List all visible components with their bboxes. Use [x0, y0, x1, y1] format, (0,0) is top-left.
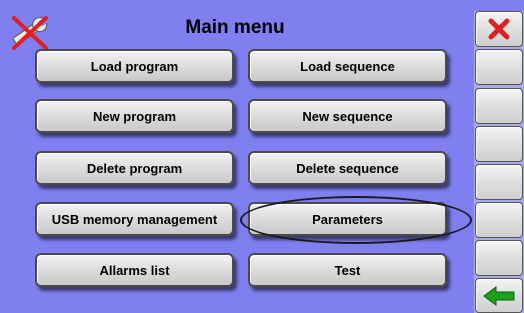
header-bar: Main menu — [0, 12, 470, 50]
sidebar-button-5[interactable] — [475, 202, 523, 238]
close-button[interactable] — [475, 11, 523, 47]
back-button[interactable] — [475, 278, 523, 313]
sidebar-button-3[interactable] — [475, 126, 523, 162]
new-sequence-button[interactable]: New sequence — [248, 99, 447, 133]
load-program-button[interactable]: Load program — [35, 49, 234, 83]
parameters-button[interactable]: Parameters — [248, 202, 447, 236]
sidebar-button-1[interactable] — [475, 49, 523, 85]
allarms-list-button[interactable]: Allarms list — [35, 253, 234, 287]
sidebar-button-6[interactable] — [475, 240, 523, 276]
sidebar-button-4[interactable] — [475, 164, 523, 200]
usb-memory-management-button[interactable]: USB memory management — [35, 202, 234, 236]
back-arrow-icon — [483, 285, 515, 306]
close-icon — [488, 18, 510, 40]
test-button[interactable]: Test — [248, 253, 447, 287]
load-sequence-button[interactable]: Load sequence — [248, 49, 447, 83]
new-program-button[interactable]: New program — [35, 99, 234, 133]
sidebar-button-2[interactable] — [475, 88, 523, 124]
delete-sequence-button[interactable]: Delete sequence — [248, 151, 447, 185]
delete-program-button[interactable]: Delete program — [35, 151, 234, 185]
main-menu-screen: Main menu Load program Load sequence New… — [0, 0, 524, 313]
page-title: Main menu — [185, 17, 285, 38]
